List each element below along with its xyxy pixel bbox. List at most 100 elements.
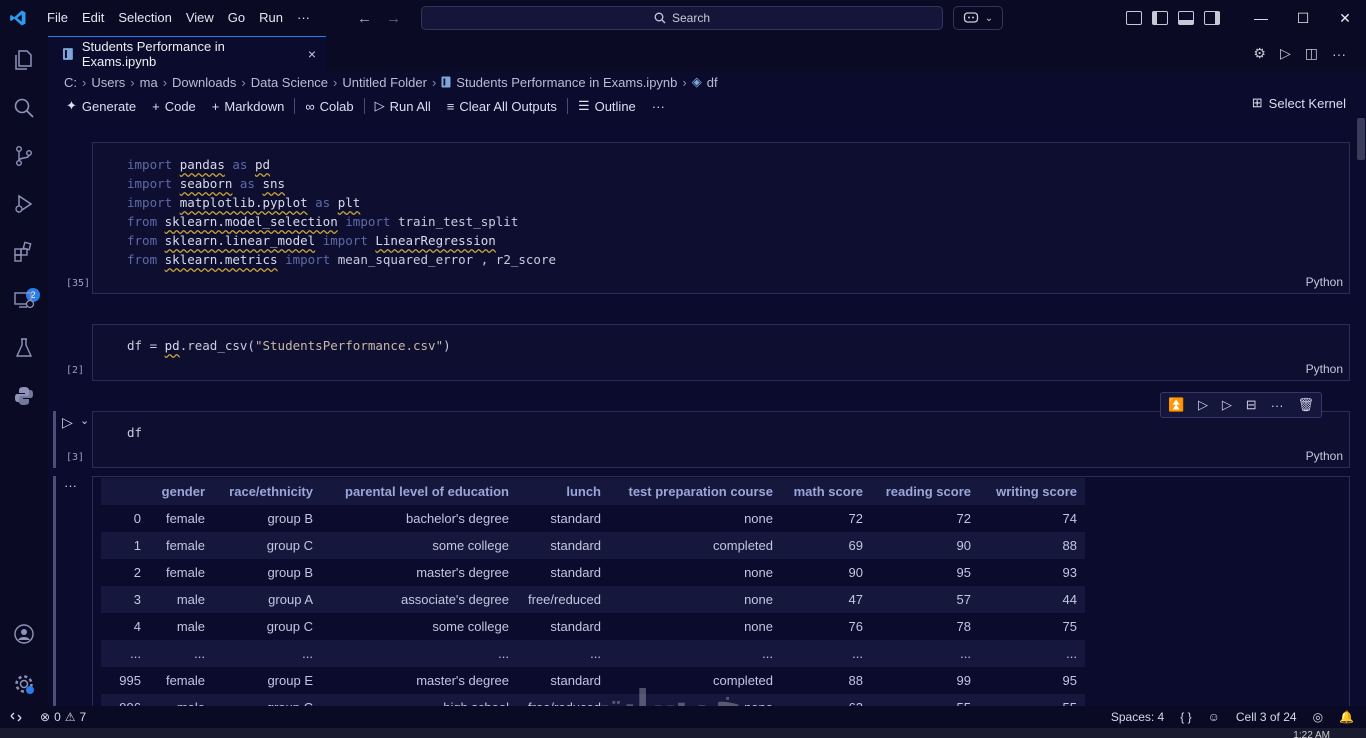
customize-layout-icon[interactable] xyxy=(1126,11,1142,25)
add-code-button[interactable]: + Code xyxy=(144,99,204,114)
code-cell-imports[interactable]: import pandas as pd import seaborn as sn… xyxy=(92,142,1350,294)
error-count: 0 xyxy=(54,710,61,724)
forward-arrow-icon[interactable]: → xyxy=(386,10,401,27)
generate-button[interactable]: ✦ Generate xyxy=(58,98,144,114)
breadcrumb-untitled-folder[interactable]: Untitled Folder xyxy=(342,75,427,90)
code-cell-df[interactable]: df Python xyxy=(92,411,1350,468)
tab-notebook[interactable]: Students Performance in Exams.ipynb × xyxy=(48,36,326,71)
copilot-status-icon[interactable]: ◎ xyxy=(1313,710,1323,724)
breadcrumb-file[interactable]: Students Performance in Exams.ipynb xyxy=(456,75,677,90)
language-status[interactable]: { } xyxy=(1180,710,1191,724)
minimize-icon[interactable]: — xyxy=(1240,10,1282,26)
column-header: writing score xyxy=(996,484,1077,499)
run-cell-icon[interactable]: ▷ xyxy=(62,414,73,431)
testing-flask-icon[interactable] xyxy=(12,336,36,360)
menu-more[interactable]: ··· xyxy=(290,0,317,36)
execute-below-icon[interactable]: ▷ xyxy=(1222,397,1232,413)
module-name: matplotlib.pyplot xyxy=(179,195,308,210)
table-cell: none xyxy=(744,565,773,580)
explorer-icon[interactable] xyxy=(12,48,36,72)
close-window-icon[interactable]: ✕ xyxy=(1324,10,1366,27)
table-cell: 93 xyxy=(1062,565,1077,580)
indentation-status[interactable]: Spaces: 4 xyxy=(1111,710,1164,724)
breadcrumb-users[interactable]: Users xyxy=(91,75,125,90)
table-cell: ... xyxy=(979,640,1085,667)
delete-cell-icon[interactable]: 🗑 xyxy=(1297,397,1314,413)
menu-go[interactable]: Go xyxy=(221,0,252,36)
run-notebook-icon[interactable]: ▷ xyxy=(1280,45,1291,62)
run-above-icon[interactable]: ⏫ xyxy=(1168,397,1184,413)
problems-indicator[interactable]: ⊗ 0 ⚠ 7 xyxy=(40,706,86,728)
run-all-button[interactable]: ▷ Run All xyxy=(367,98,439,114)
cell-language[interactable]: Python xyxy=(1306,449,1343,463)
split-editor-icon[interactable]: ◫ xyxy=(1305,45,1318,62)
toggle-secondary-sidebar-icon[interactable] xyxy=(1204,11,1220,25)
cell-code[interactable]: df = pd.read_csv("StudentsPerformance.cs… xyxy=(127,336,451,355)
copilot-button[interactable]: ⌄ xyxy=(953,6,1003,30)
table-cell: 95 xyxy=(956,565,971,580)
run-all-icon: ▷ xyxy=(374,98,385,113)
output-more-button[interactable]: ··· xyxy=(64,478,77,493)
cell-more-icon[interactable]: ··· xyxy=(1271,398,1284,413)
python-icon[interactable] xyxy=(12,384,36,408)
vscode-logo-icon xyxy=(0,0,36,36)
run-all-label: Run All xyxy=(389,98,431,114)
breadcrumb-symbol[interactable]: df xyxy=(707,75,718,90)
toolbar-more-button[interactable]: ··· xyxy=(644,99,673,114)
select-kernel-button[interactable]: ⊞ Select Kernel xyxy=(1252,95,1346,111)
keyword: from xyxy=(127,252,158,267)
toggle-panel-icon[interactable] xyxy=(1178,11,1194,25)
module-name: seaborn xyxy=(179,176,233,191)
extensions-icon[interactable] xyxy=(12,240,36,264)
toggle-primary-sidebar-icon[interactable] xyxy=(1152,11,1168,25)
menu-edit[interactable]: Edit xyxy=(75,0,111,36)
clear-outputs-label: Clear All Outputs xyxy=(459,98,557,114)
breadcrumb-user[interactable]: ma xyxy=(140,75,158,90)
keyword: from xyxy=(127,233,158,248)
execute-above-icon[interactable]: ▷ xyxy=(1198,397,1208,413)
remote-indicator-icon[interactable] xyxy=(0,706,32,728)
toolbar-divider xyxy=(566,98,568,114)
add-markdown-button[interactable]: + Markdown xyxy=(204,99,293,114)
source-control-icon[interactable] xyxy=(12,144,36,168)
run-options-chevron-icon[interactable]: ⌄ xyxy=(80,414,89,427)
colab-button[interactable]: ∞ Colab xyxy=(297,99,361,114)
breadcrumb-drive[interactable]: C: xyxy=(64,75,77,90)
breadcrumb-downloads[interactable]: Downloads xyxy=(172,75,236,90)
cell-code[interactable]: df xyxy=(127,423,142,442)
remote-explorer-icon[interactable] xyxy=(12,288,36,312)
code-cell-read-csv[interactable]: df = pd.read_csv("StudentsPerformance.cs… xyxy=(92,324,1350,381)
nav-arrows: ← → xyxy=(357,10,401,27)
clear-outputs-button[interactable]: ≡ Clear All Outputs xyxy=(439,99,565,114)
cell-position[interactable]: Cell 3 of 24 xyxy=(1236,710,1297,724)
toolbar-divider xyxy=(294,98,296,114)
back-arrow-icon[interactable]: ← xyxy=(357,10,372,27)
menu-file[interactable]: File xyxy=(40,0,75,36)
more-actions-icon[interactable]: ··· xyxy=(1332,46,1346,62)
settings-gear-icon[interactable] xyxy=(12,672,36,696)
scrollbar-thumb[interactable] xyxy=(1357,118,1365,160)
cell-language[interactable]: Python xyxy=(1306,275,1343,289)
breadcrumb-data-science[interactable]: Data Science xyxy=(251,75,328,90)
menu-view[interactable]: View xyxy=(179,0,221,36)
maximize-icon[interactable]: ☐ xyxy=(1282,10,1324,27)
search-icon xyxy=(654,12,666,24)
search-box[interactable]: Search xyxy=(421,6,943,30)
notebook-file-icon xyxy=(441,76,451,88)
tab-close-icon[interactable]: × xyxy=(308,46,316,62)
notifications-bell-icon[interactable]: 🔔 xyxy=(1339,710,1354,724)
notebook-settings-icon[interactable]: ⚙ xyxy=(1253,45,1266,62)
menu-selection[interactable]: Selection xyxy=(111,0,178,36)
row-index: 2 xyxy=(133,565,141,580)
menu-run[interactable]: Run xyxy=(252,0,290,36)
search-view-icon[interactable] xyxy=(12,96,36,120)
run-debug-icon[interactable] xyxy=(12,192,36,216)
split-cell-icon[interactable]: ⊟ xyxy=(1246,397,1257,413)
copilot-status-icon[interactable]: ☺ xyxy=(1208,710,1220,724)
outline-button[interactable]: ☰ Outline xyxy=(570,98,644,114)
table-cell: standard xyxy=(550,565,601,580)
cell-code[interactable]: import pandas as pd import seaborn as sn… xyxy=(127,155,556,269)
cell-language[interactable]: Python xyxy=(1306,362,1343,376)
table-cell: 75 xyxy=(1062,619,1077,634)
account-icon[interactable] xyxy=(12,622,36,646)
